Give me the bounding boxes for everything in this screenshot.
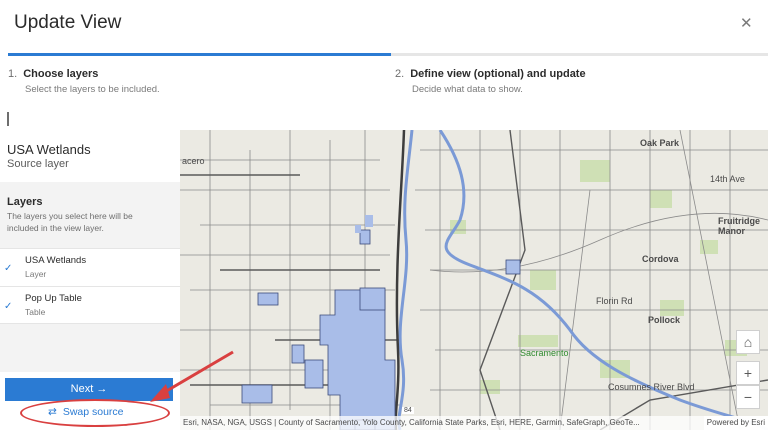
swap-icon: ⇄	[48, 406, 57, 418]
next-button[interactable]: Next →	[5, 378, 173, 401]
layer-item-pop-up-table[interactable]: ✓ Pop Up Table Table	[0, 286, 180, 324]
attribution-text: Esri, NASA, NGA, USGS | County of Sacram…	[183, 418, 640, 427]
source-layer-label: Source layer	[7, 158, 69, 170]
next-button-label: Next	[70, 383, 94, 395]
step-progress-fill	[8, 53, 391, 56]
zoom-out-button[interactable]: −	[736, 385, 760, 409]
swap-source-link[interactable]: ⇄ Swap source	[48, 406, 124, 418]
layers-heading: Layers	[7, 196, 43, 208]
map-label-florin-rd: Florin Rd	[596, 296, 633, 306]
step-number: 2.	[395, 68, 405, 80]
step-subtitle: Select the layers to be included.	[25, 84, 160, 95]
map-label-pollock: Pollock	[648, 315, 681, 325]
text-cursor	[7, 112, 9, 126]
zoom-in-button[interactable]: +	[736, 361, 760, 385]
close-icon[interactable]: ✕	[740, 14, 753, 32]
layers-section: Layers The layers you select here will b…	[0, 182, 180, 372]
step-number: 1.	[8, 68, 18, 80]
layer-item-name: Pop Up Table	[25, 293, 82, 304]
layer-item-type: Table	[25, 307, 46, 317]
home-icon[interactable]: ⌂	[736, 330, 760, 354]
step-choose-layers[interactable]: 1. Choose layers Select the layers to be …	[8, 68, 160, 95]
map-label-14th-ave: 14th Ave	[710, 174, 745, 184]
map-label-sacramento: Sacramento	[520, 348, 569, 358]
swap-source-label: Swap source	[62, 406, 124, 418]
update-view-dialog: Update View ✕ 1. Choose layers Select the…	[0, 0, 768, 430]
source-layer-name: USA Wetlands	[7, 142, 91, 157]
map-attribution: Esri, NASA, NGA, USGS | County of Sacram…	[180, 416, 768, 430]
map-label-route-84: 84	[402, 407, 414, 414]
step-title: Define view (optional) and update	[410, 68, 586, 80]
map-label-oak-park: Oak Park	[640, 138, 680, 148]
powered-by-esri[interactable]: Powered by Esri	[703, 416, 768, 430]
step-subtitle: Decide what data to show.	[412, 84, 523, 95]
dialog-title: Update View	[14, 12, 122, 33]
step-title: Choose layers	[23, 68, 99, 80]
layer-item-type: Layer	[25, 269, 47, 279]
map-view[interactable]: acero Oak Park 14th Ave Fruitridge Manor…	[180, 130, 768, 430]
map-label-cordova: Cordova	[642, 254, 679, 264]
check-icon: ✓	[4, 263, 13, 274]
layer-item-name: USA Wetlands	[25, 255, 87, 266]
layer-item-usa-wetlands[interactable]: ✓ USA Wetlands Layer	[0, 248, 180, 286]
map-label-cosumnes-river-blvd: Cosumnes River Blvd	[608, 382, 695, 392]
map-label-fruitridge-manor: Fruitridge Manor	[718, 216, 760, 236]
layers-description: The layers you select here will be inclu…	[7, 211, 133, 233]
check-icon: ✓	[4, 301, 13, 312]
arrow-right-icon: →	[96, 383, 108, 395]
step-define-view[interactable]: 2. Define view (optional) and update Deci…	[395, 68, 586, 95]
map-label-acero: acero	[182, 156, 205, 166]
